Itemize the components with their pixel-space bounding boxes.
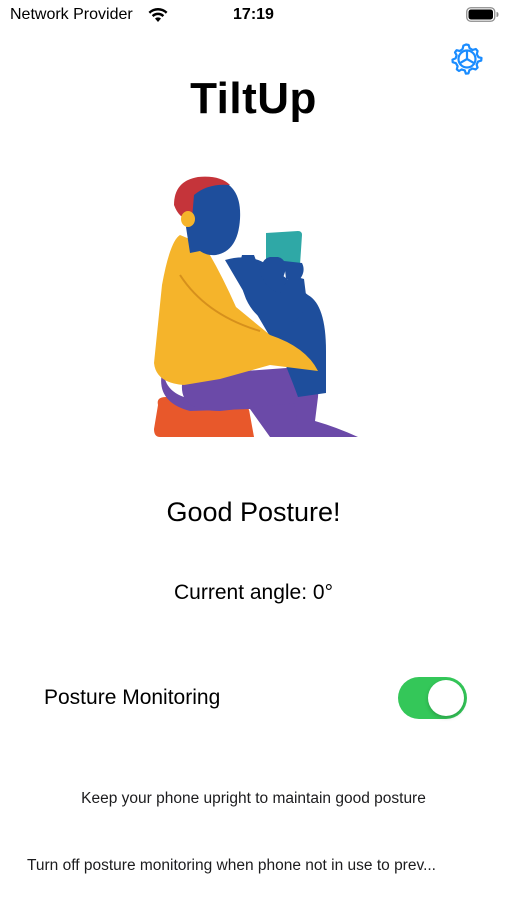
gear-icon xyxy=(451,43,483,75)
status-time: 17:19 xyxy=(233,6,274,23)
hint-text-secondary: Turn off posture monitoring when phone n… xyxy=(27,857,436,874)
settings-button[interactable] xyxy=(448,40,484,76)
status-bar: Network Provider 17:19 xyxy=(0,0,507,30)
posture-monitoring-label: Posture Monitoring xyxy=(44,686,221,709)
current-angle: Current angle: 0° xyxy=(174,581,333,604)
person-reading-phone-illustration xyxy=(154,176,358,437)
posture-status: Good Posture! xyxy=(166,497,341,527)
toggle-knob xyxy=(428,680,464,716)
hint-text-primary: Keep your phone upright to maintain good… xyxy=(81,790,426,807)
app-title: TiltUp xyxy=(190,74,317,123)
posture-monitoring-toggle[interactable] xyxy=(398,677,467,719)
battery-icon xyxy=(466,7,499,22)
